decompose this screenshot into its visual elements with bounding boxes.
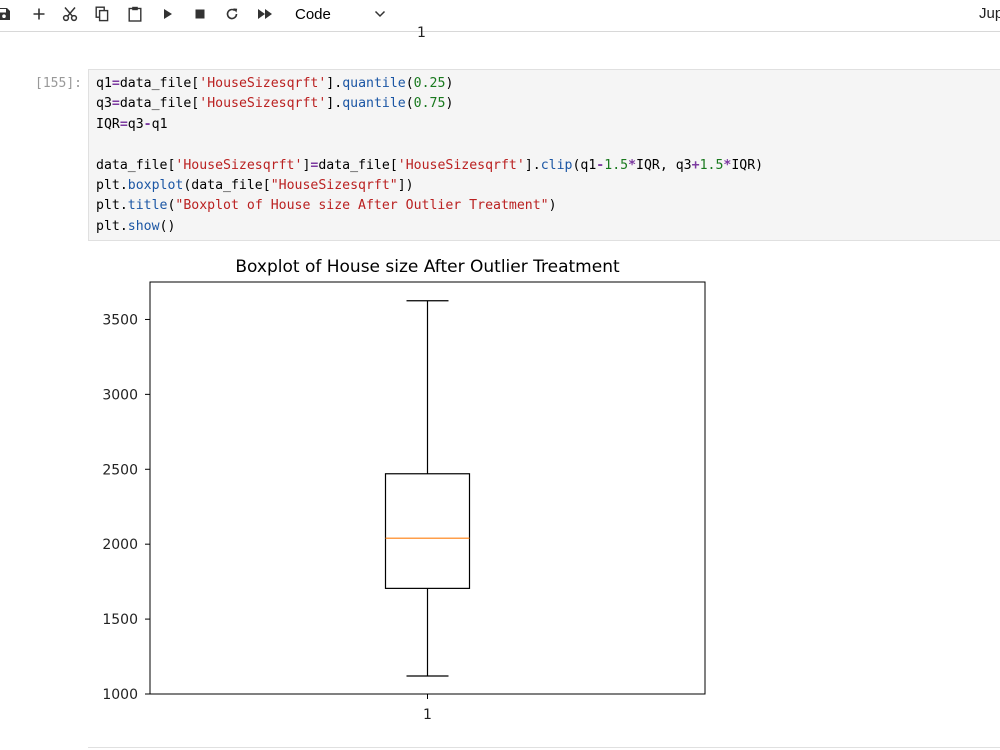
copy-button[interactable]	[89, 3, 115, 25]
cell-output: Boxplot of House size After Outlier Trea…	[88, 247, 728, 727]
code-text[interactable]: q1=data_file['HouseSizesqrft'].quantile(…	[96, 74, 763, 237]
cell-type-select[interactable]: Code	[288, 3, 388, 25]
save-button[interactable]	[0, 3, 17, 25]
jupyter-brand: Jup	[979, 5, 1000, 22]
x-tick-label: 1	[423, 707, 432, 723]
refresh-icon	[226, 8, 238, 20]
y-tick-label: 1500	[102, 612, 138, 628]
plus-icon	[33, 8, 45, 20]
notebook-toolbar: Code Jup	[0, 0, 1000, 32]
chart-title: Boxplot of House size After Outlier Trea…	[235, 257, 620, 277]
code-editor[interactable]: q1=data_file['HouseSizesqrft'].quantile(…	[88, 69, 1000, 241]
boxplot-chart: Boxplot of House size After Outlier Trea…	[102, 257, 706, 723]
y-tick-label: 2000	[102, 537, 138, 553]
stop-icon	[195, 9, 205, 19]
run-button[interactable]	[155, 3, 181, 25]
clipboard-icon	[128, 6, 142, 22]
chevron-down-icon	[374, 10, 386, 18]
restart-run-all-button[interactable]	[252, 3, 278, 25]
previous-output-tick-label: 1	[417, 26, 426, 40]
copy-icon	[95, 6, 109, 22]
scissors-icon	[62, 7, 78, 22]
save-icon	[0, 8, 10, 20]
cell-divider	[88, 747, 1000, 748]
insert-cell-button[interactable]	[26, 3, 52, 25]
play-icon	[164, 9, 172, 19]
y-tick-label: 3500	[102, 312, 138, 328]
cell-type-value: Code	[295, 5, 331, 23]
interrupt-button[interactable]	[187, 3, 213, 25]
input-prompt: [155]:	[35, 76, 82, 91]
cut-button[interactable]	[57, 3, 83, 25]
y-tick-label: 3000	[102, 387, 138, 403]
paste-button[interactable]	[122, 3, 148, 25]
restart-button[interactable]	[219, 3, 245, 25]
fast-forward-icon	[258, 9, 272, 19]
y-tick-label: 2500	[102, 462, 138, 478]
y-tick-label: 1000	[102, 687, 138, 703]
